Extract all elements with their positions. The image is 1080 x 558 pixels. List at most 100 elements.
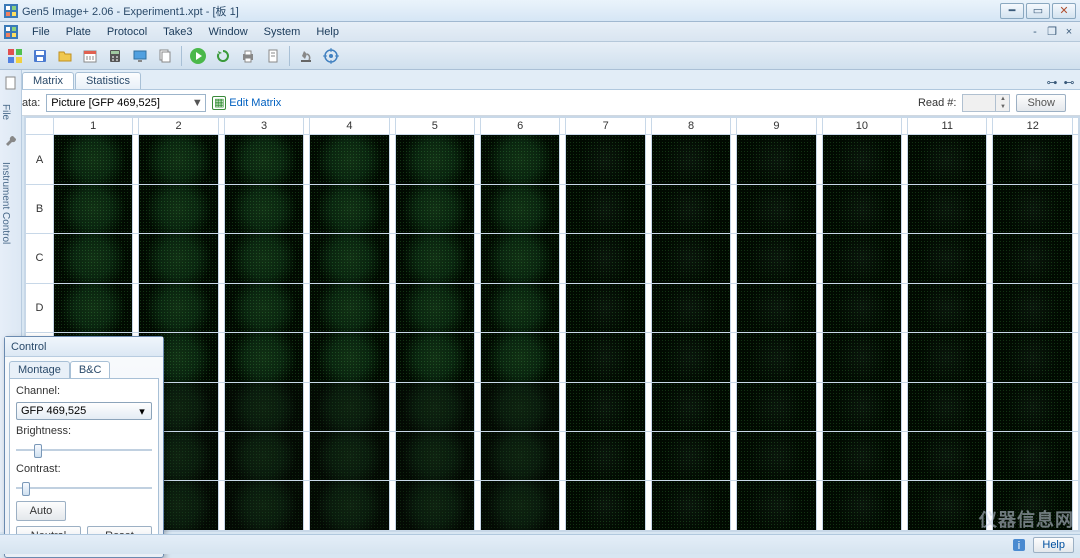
menu-protocol[interactable]: Protocol	[99, 24, 155, 40]
well-cell[interactable]	[822, 283, 901, 332]
menu-help[interactable]: Help	[308, 24, 347, 40]
well-cell[interactable]	[908, 184, 987, 233]
well-cell[interactable]	[395, 382, 474, 431]
well-cell[interactable]	[566, 135, 645, 184]
well-cell[interactable]	[993, 333, 1073, 382]
well-cell[interactable]	[737, 481, 816, 531]
well-cell[interactable]	[224, 333, 303, 382]
well-cell[interactable]	[54, 135, 133, 184]
well-cell[interactable]	[908, 432, 987, 481]
well-cell[interactable]	[651, 283, 730, 332]
toolbar-save-button[interactable]	[29, 45, 51, 67]
menu-plate[interactable]: Plate	[58, 24, 99, 40]
doc-minimize-button[interactable]: -	[1028, 25, 1042, 39]
edit-matrix-button[interactable]: ▦ Edit Matrix	[212, 96, 281, 110]
well-cell[interactable]	[993, 234, 1073, 283]
well-cell[interactable]	[566, 333, 645, 382]
well-cell[interactable]	[310, 283, 389, 332]
help-button[interactable]: Help	[1033, 537, 1074, 553]
well-cell[interactable]	[224, 432, 303, 481]
doc-restore-button[interactable]: ❐	[1045, 25, 1059, 39]
well-cell[interactable]	[566, 481, 645, 531]
doc-close-button[interactable]: ×	[1062, 25, 1076, 39]
contrast-slider[interactable]	[16, 480, 152, 496]
well-cell[interactable]	[54, 283, 133, 332]
well-cell[interactable]	[908, 234, 987, 283]
channel-combo[interactable]: GFP 469,525 ▾	[16, 402, 152, 420]
toolbar-copy-button[interactable]	[154, 45, 176, 67]
toolbar-folder-button[interactable]	[54, 45, 76, 67]
minimize-button[interactable]: ━	[1000, 3, 1024, 19]
well-cell[interactable]	[481, 481, 560, 531]
toolbar-palette-button[interactable]	[4, 45, 26, 67]
well-cell[interactable]	[481, 184, 560, 233]
show-button[interactable]: Show	[1016, 94, 1066, 112]
tab-pin-button[interactable]: ⊶	[1045, 75, 1059, 89]
maximize-button[interactable]: ▭	[1026, 3, 1050, 19]
well-cell[interactable]	[651, 135, 730, 184]
well-cell[interactable]	[993, 432, 1073, 481]
toolbar-calendar-button[interactable]	[79, 45, 101, 67]
well-cell[interactable]	[224, 481, 303, 531]
well-cell[interactable]	[651, 432, 730, 481]
well-cell[interactable]	[651, 184, 730, 233]
well-cell[interactable]	[737, 135, 816, 184]
menu-system[interactable]: System	[256, 24, 309, 40]
well-cell[interactable]	[993, 283, 1073, 332]
well-cell[interactable]	[737, 432, 816, 481]
well-cell[interactable]	[395, 432, 474, 481]
well-cell[interactable]	[737, 382, 816, 431]
control-panel[interactable]: Control Montage B&C Channel: GFP 469,525…	[4, 336, 164, 558]
well-cell[interactable]	[481, 135, 560, 184]
well-cell[interactable]	[566, 283, 645, 332]
well-cell[interactable]	[908, 481, 987, 531]
well-cell[interactable]	[139, 184, 218, 233]
well-cell[interactable]	[395, 234, 474, 283]
brightness-slider[interactable]	[16, 442, 152, 458]
well-cell[interactable]	[651, 333, 730, 382]
well-cell[interactable]	[481, 382, 560, 431]
well-cell[interactable]	[822, 135, 901, 184]
well-cell[interactable]	[566, 432, 645, 481]
well-cell[interactable]	[310, 432, 389, 481]
well-cell[interactable]	[822, 382, 901, 431]
well-cell[interactable]	[224, 184, 303, 233]
well-cell[interactable]	[737, 283, 816, 332]
toolbar-microscope-button[interactable]	[295, 45, 317, 67]
well-cell[interactable]	[139, 234, 218, 283]
toolbar-doc-button[interactable]	[262, 45, 284, 67]
control-panel-title[interactable]: Control	[5, 337, 163, 357]
well-cell[interactable]	[822, 432, 901, 481]
well-cell[interactable]	[737, 234, 816, 283]
well-cell[interactable]	[737, 333, 816, 382]
well-cell[interactable]	[822, 234, 901, 283]
well-cell[interactable]	[224, 234, 303, 283]
well-cell[interactable]	[310, 234, 389, 283]
well-cell[interactable]	[54, 184, 133, 233]
well-cell[interactable]	[908, 333, 987, 382]
toolbar-screen-button[interactable]	[129, 45, 151, 67]
well-cell[interactable]	[993, 184, 1073, 233]
well-cell[interactable]	[224, 382, 303, 431]
well-cell[interactable]	[566, 234, 645, 283]
tab-statistics[interactable]: Statistics	[75, 72, 141, 89]
info-icon[interactable]: i	[1011, 537, 1027, 553]
toolbar-print-button[interactable]	[237, 45, 259, 67]
well-cell[interactable]	[822, 184, 901, 233]
well-cell[interactable]	[395, 283, 474, 332]
well-cell[interactable]	[310, 333, 389, 382]
menu-take3[interactable]: Take3	[155, 24, 200, 40]
well-cell[interactable]	[993, 135, 1073, 184]
well-cell[interactable]	[481, 234, 560, 283]
well-cell[interactable]	[822, 333, 901, 382]
tab-matrix[interactable]: Matrix	[22, 72, 74, 89]
data-combo[interactable]: Picture [GFP 469,525] ▼	[46, 94, 206, 112]
well-cell[interactable]	[737, 184, 816, 233]
well-cell[interactable]	[395, 333, 474, 382]
tab-pin-button-2[interactable]: ⊷	[1062, 75, 1076, 89]
well-cell[interactable]	[310, 135, 389, 184]
well-cell[interactable]	[651, 481, 730, 531]
read-number-stepper[interactable]: ▲▼	[962, 94, 1010, 112]
tab-montage[interactable]: Montage	[9, 361, 70, 378]
menu-window[interactable]: Window	[201, 24, 256, 40]
